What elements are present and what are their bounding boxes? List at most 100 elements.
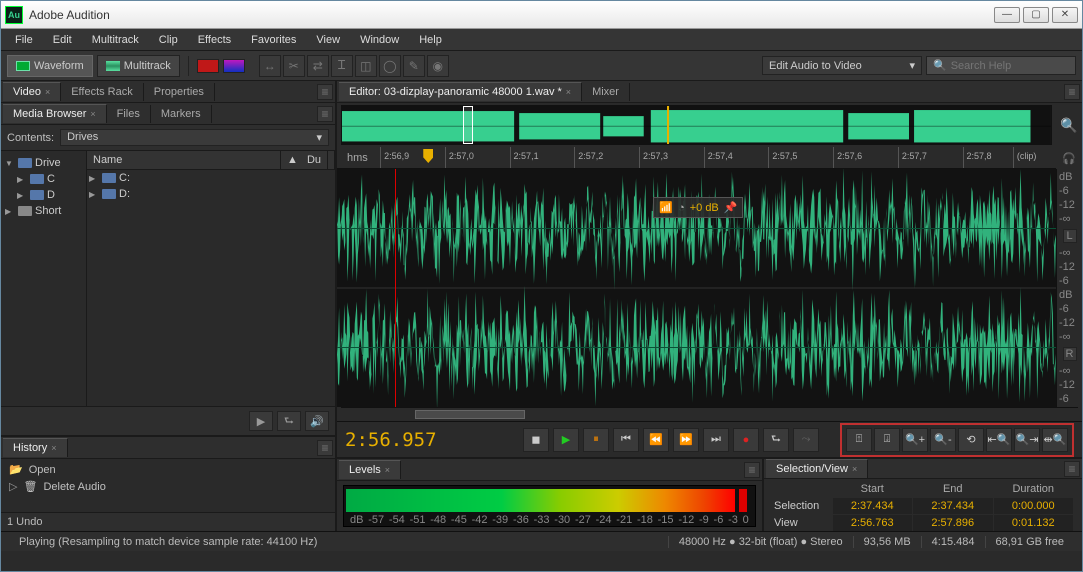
pause-button[interactable]: ⏸ bbox=[583, 428, 609, 452]
scrollbar-thumb[interactable] bbox=[415, 410, 526, 419]
spot-heal-tool-icon[interactable]: ◉ bbox=[427, 55, 449, 77]
col-duration[interactable]: ▲ Du bbox=[281, 151, 335, 169]
zoom-out-time-button[interactable]: 🔍- bbox=[930, 428, 956, 452]
panel-menu-icon[interactable]: ≡ bbox=[1064, 84, 1080, 100]
play-preview-button[interactable]: ▶ bbox=[249, 411, 273, 431]
properties-tab[interactable]: Properties bbox=[144, 83, 215, 101]
zoom-to-selection-button[interactable]: ⇹🔍 bbox=[1042, 428, 1068, 452]
tree-item-drive[interactable]: ▼Drive bbox=[3, 155, 84, 171]
close-icon[interactable]: × bbox=[90, 109, 95, 119]
panel-menu-icon[interactable]: ≡ bbox=[317, 84, 333, 100]
overview-waveform[interactable] bbox=[341, 105, 1052, 145]
skip-selection-button[interactable]: ⤳ bbox=[793, 428, 819, 452]
effects-rack-tab[interactable]: Effects Rack bbox=[61, 83, 144, 101]
go-start-button[interactable]: ⏮ bbox=[613, 428, 639, 452]
menu-favorites[interactable]: Favorites bbox=[241, 31, 306, 49]
minimize-button[interactable]: — bbox=[994, 7, 1020, 23]
loop-playback-button[interactable]: ⮑ bbox=[763, 428, 789, 452]
channel-l[interactable]: L bbox=[1063, 229, 1077, 243]
menu-help[interactable]: Help bbox=[409, 31, 452, 49]
channel-r[interactable]: R bbox=[1063, 347, 1077, 361]
record-button[interactable]: ● bbox=[733, 428, 759, 452]
panel-menu-icon[interactable]: ≡ bbox=[744, 462, 760, 478]
lasso-tool-icon[interactable]: ◯ bbox=[379, 55, 401, 77]
loop-button[interactable]: 🔊 bbox=[305, 411, 329, 431]
selection-end[interactable]: 2:37.434 bbox=[913, 498, 994, 515]
history-tab[interactable]: History× bbox=[3, 438, 68, 457]
tree-item-c[interactable]: ▶C bbox=[3, 171, 84, 187]
zoom-out-full-button[interactable]: 🔍 bbox=[1056, 103, 1082, 147]
tree-item-shortcuts[interactable]: ▶Short bbox=[3, 203, 84, 219]
marquee-tool-icon[interactable]: ◫ bbox=[355, 55, 377, 77]
go-end-button[interactable]: ⏭ bbox=[703, 428, 729, 452]
search-help-input[interactable]: 🔍 bbox=[926, 56, 1076, 75]
brush-tool-icon[interactable]: ✎ bbox=[403, 55, 425, 77]
workspace-dropdown[interactable]: Edit Audio to Video▾ bbox=[762, 56, 922, 75]
menu-view[interactable]: View bbox=[306, 31, 350, 49]
mixer-tab[interactable]: Mixer bbox=[582, 83, 630, 101]
zoom-selection-out-button[interactable]: 🔍⇥ bbox=[1014, 428, 1040, 452]
waveform-mode-button[interactable]: Waveform bbox=[7, 55, 93, 77]
spectral-pitch-button[interactable] bbox=[223, 59, 245, 73]
selection-start[interactable]: 2:37.434 bbox=[832, 498, 913, 515]
pin-icon[interactable]: 📌 bbox=[724, 201, 738, 214]
panel-menu-icon[interactable]: ≡ bbox=[317, 106, 333, 122]
razor-tool-icon[interactable]: ✂ bbox=[283, 55, 305, 77]
editor-tab[interactable]: Editor: 03-dizplay-panoramic 48000 1.wav… bbox=[339, 82, 582, 101]
close-button[interactable]: ✕ bbox=[1052, 7, 1078, 23]
search-field[interactable] bbox=[951, 60, 1069, 72]
menu-file[interactable]: File bbox=[5, 31, 43, 49]
close-icon[interactable]: × bbox=[852, 464, 857, 474]
view-duration[interactable]: 0:01.132 bbox=[993, 515, 1074, 532]
panel-menu-icon[interactable]: ≡ bbox=[1064, 461, 1080, 477]
multitrack-mode-button[interactable]: Multitrack bbox=[97, 55, 180, 77]
col-name[interactable]: Name bbox=[87, 151, 281, 169]
move-tool-icon[interactable]: ↔ bbox=[259, 55, 281, 77]
menu-window[interactable]: Window bbox=[350, 31, 409, 49]
rewind-button[interactable]: ⏪ bbox=[643, 428, 669, 452]
view-end[interactable]: 2:57.896 bbox=[913, 515, 994, 532]
play-button[interactable]: ▶ bbox=[553, 428, 579, 452]
list-item[interactable]: ▶C: bbox=[87, 170, 335, 186]
close-icon[interactable]: × bbox=[51, 443, 56, 453]
history-item-delete[interactable]: ▷🗑Delete Audio bbox=[5, 478, 331, 495]
close-icon[interactable]: × bbox=[385, 465, 390, 475]
view-start[interactable]: 2:56.763 bbox=[832, 515, 913, 532]
playhead-marker-icon[interactable] bbox=[423, 149, 433, 163]
media-browser-tab[interactable]: Media Browser× bbox=[3, 104, 107, 123]
selection-view-tab[interactable]: Selection/View× bbox=[766, 459, 868, 478]
list-item[interactable]: ▶D: bbox=[87, 186, 335, 202]
menu-multitrack[interactable]: Multitrack bbox=[82, 31, 149, 49]
close-icon[interactable]: × bbox=[566, 87, 571, 97]
headphone-icon[interactable]: 🎧 bbox=[1056, 147, 1082, 169]
autoplay-button[interactable]: ⮑ bbox=[277, 411, 301, 431]
close-icon[interactable]: × bbox=[45, 87, 50, 97]
fast-forward-button[interactable]: ⏩ bbox=[673, 428, 699, 452]
timecode-display[interactable]: 2:56.957 bbox=[345, 429, 475, 451]
slip-tool-icon[interactable]: ⇄ bbox=[307, 55, 329, 77]
horizontal-scrollbar[interactable] bbox=[341, 407, 1078, 421]
zoom-selection-in-button[interactable]: ⇤🔍 bbox=[986, 428, 1012, 452]
zoom-out-amplitude-button[interactable]: ⍗ bbox=[874, 428, 900, 452]
maximize-button[interactable]: ▢ bbox=[1023, 7, 1049, 23]
zoom-in-time-button[interactable]: 🔍+ bbox=[902, 428, 928, 452]
selection-duration[interactable]: 0:00.000 bbox=[993, 498, 1074, 515]
levels-tab[interactable]: Levels× bbox=[339, 460, 401, 479]
video-tab[interactable]: Video× bbox=[3, 82, 61, 101]
level-meter[interactable]: dB-57-54-51-48-45-42-39-36-33-30-27-24-2… bbox=[343, 485, 756, 527]
zoom-in-amplitude-button[interactable]: ⍐ bbox=[846, 428, 872, 452]
stop-button[interactable]: ◼ bbox=[523, 428, 549, 452]
time-ruler[interactable]: hms 2:56,9 2:57,0 2:57,1 2:57,2 2:57,3 2… bbox=[337, 147, 1056, 169]
markers-tab[interactable]: Markers bbox=[151, 105, 212, 123]
time-select-tool-icon[interactable]: Ꮖ bbox=[331, 55, 353, 77]
panel-menu-icon[interactable]: ≡ bbox=[317, 440, 333, 456]
menu-effects[interactable]: Effects bbox=[188, 31, 241, 49]
overview-selection[interactable] bbox=[463, 106, 473, 144]
files-tab[interactable]: Files bbox=[107, 105, 151, 123]
menu-edit[interactable]: Edit bbox=[43, 31, 82, 49]
menu-clip[interactable]: Clip bbox=[149, 31, 188, 49]
spectral-freq-button[interactable] bbox=[197, 59, 219, 73]
volume-hud[interactable]: 📶 ◔ +0 dB 📌 bbox=[653, 197, 743, 218]
tree-item-d[interactable]: ▶D bbox=[3, 187, 84, 203]
zoom-reset-button[interactable]: ⟲ bbox=[958, 428, 984, 452]
